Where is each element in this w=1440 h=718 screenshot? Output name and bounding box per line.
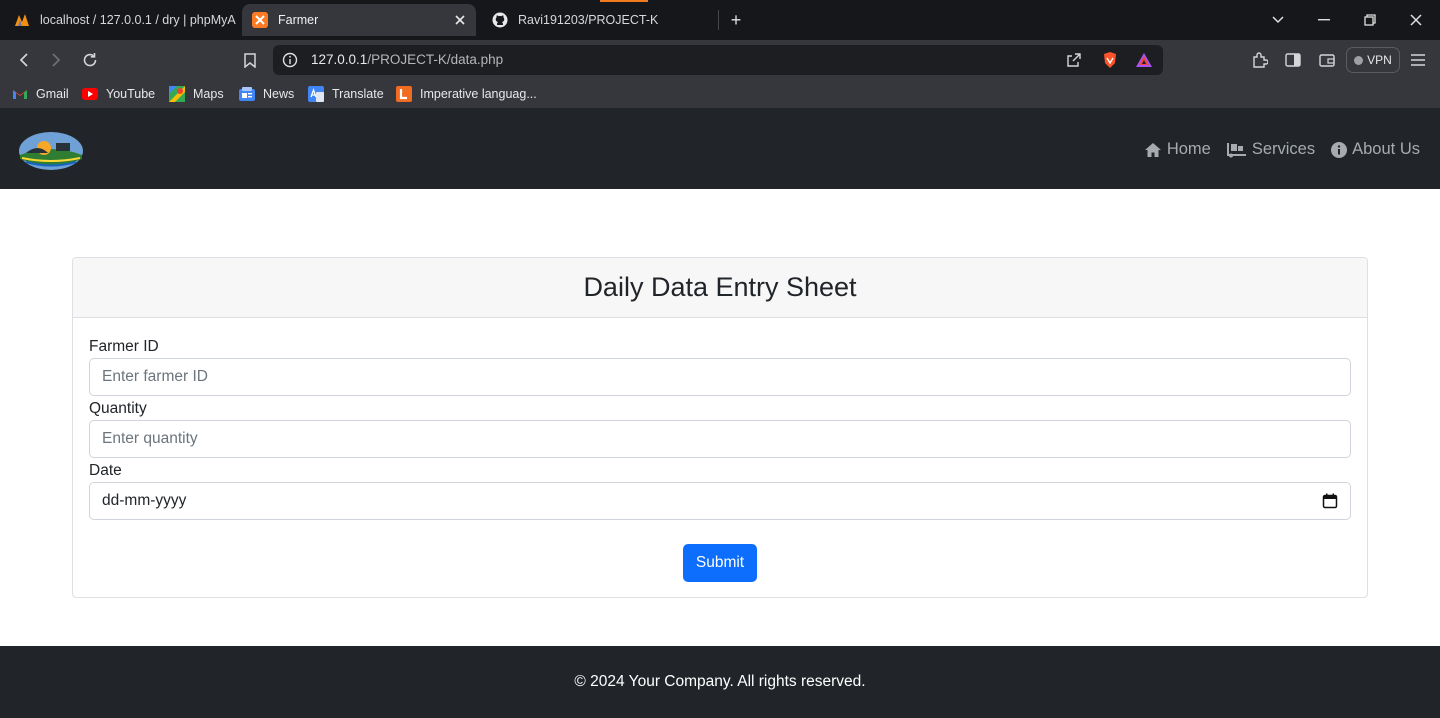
bookmark-label: Translate — [332, 87, 384, 101]
nav-links: Home Services About Us — [1144, 140, 1420, 159]
address-bar[interactable]: 127.0.0.1/PROJECT-K/data.php — [273, 45, 1163, 75]
tab-github[interactable]: Ravi191203/PROJECT-K — [482, 4, 714, 36]
farmer-id-input[interactable] — [89, 358, 1351, 396]
date-label: Date — [89, 462, 122, 479]
browser-tab-bar: localhost / 127.0.0.1 / dry | phpMyAdmin… — [0, 0, 1440, 40]
vpn-button[interactable]: VPN — [1346, 47, 1400, 73]
data-entry-form: Farmer ID Quantity Date dd-mm-yyyy Submi… — [73, 318, 1367, 582]
site-navbar: Home Services About Us — [0, 108, 1440, 189]
reload-icon[interactable] — [80, 50, 100, 70]
restore-window-icon[interactable] — [1360, 10, 1380, 30]
forward-arrow-icon[interactable] — [46, 50, 66, 70]
bookmark-maps[interactable]: Maps — [169, 85, 224, 103]
github-icon — [492, 12, 508, 28]
site-logo[interactable] — [18, 131, 84, 171]
wallet-icon[interactable] — [1317, 50, 1337, 70]
share-icon[interactable] — [1066, 52, 1082, 68]
footer-copyright: © 2024 Your Company. All rights reserved… — [574, 673, 866, 690]
extensions-icon[interactable] — [1250, 50, 1270, 70]
bookmark-translate[interactable]: Translate — [308, 85, 384, 103]
maps-icon — [169, 86, 185, 102]
info-circle-icon — [1331, 141, 1348, 158]
gmail-icon — [12, 86, 28, 102]
close-window-icon[interactable] — [1406, 10, 1426, 30]
news-icon — [239, 86, 255, 102]
farmer-id-label: Farmer ID — [89, 338, 159, 355]
bookmark-label: Gmail — [36, 87, 69, 101]
bookmark-l-icon — [396, 86, 412, 102]
url-text: 127.0.0.1/PROJECT-K/data.php — [311, 52, 503, 67]
site-info-icon[interactable] — [282, 52, 298, 68]
nav-link-label: Home — [1166, 140, 1211, 158]
vpn-status-icon — [1354, 55, 1364, 65]
date-placeholder: dd-mm-yyyy — [102, 492, 187, 509]
youtube-icon — [82, 86, 98, 102]
bookmark-label: Maps — [193, 87, 224, 101]
bookmark-news[interactable]: News — [239, 85, 294, 103]
quantity-input[interactable] — [89, 420, 1351, 458]
tab-search-chevron-icon[interactable] — [1268, 10, 1288, 30]
bookmark-label: News — [263, 87, 295, 101]
menu-icon[interactable] — [1408, 50, 1428, 70]
bookmark-label: YouTube — [106, 87, 156, 101]
page-title: Daily Data Entry Sheet — [583, 272, 857, 302]
new-tab-button[interactable]: + — [726, 10, 746, 30]
tab-farmer[interactable]: Farmer — [242, 4, 476, 36]
date-input[interactable]: dd-mm-yyyy — [89, 482, 1351, 520]
tab-title: Ravi191203/PROJECT-K — [518, 13, 659, 27]
vpn-label: VPN — [1367, 53, 1392, 67]
site-footer: © 2024 Your Company. All rights reserved… — [0, 646, 1440, 718]
url-path: /PROJECT-K/data.php — [367, 52, 504, 67]
bookmark-page-icon[interactable] — [240, 50, 260, 70]
data-entry-card: Daily Data Entry Sheet Farmer ID Quantit… — [72, 257, 1368, 598]
tab-title: localhost / 127.0.0.1 / dry | phpMyAdmin — [40, 13, 236, 27]
submit-button[interactable]: Submit — [682, 544, 758, 582]
brave-rewards-icon[interactable] — [1135, 51, 1153, 69]
minimize-window-icon[interactable] — [1314, 10, 1334, 30]
nav-about-link[interactable]: About Us — [1331, 140, 1420, 159]
tab-title: Farmer — [278, 13, 319, 27]
card-header: Daily Data Entry Sheet — [73, 258, 1367, 318]
truck-loading-icon — [1226, 142, 1246, 157]
nav-home-link[interactable]: Home — [1144, 140, 1211, 159]
nav-link-label: About Us — [1352, 140, 1420, 158]
xampp-icon — [252, 12, 268, 28]
submit-wrapper: Submit — [89, 544, 1351, 582]
nav-services-link[interactable]: Services — [1226, 140, 1316, 159]
tab-phpmyadmin[interactable]: localhost / 127.0.0.1 / dry | phpMyAdmin — [4, 4, 236, 36]
tab-separator — [718, 10, 719, 30]
phpmyadmin-icon — [14, 12, 30, 28]
close-tab-icon[interactable] — [452, 12, 468, 28]
bookmark-label: Imperative languag... — [420, 87, 537, 101]
brave-shields-icon[interactable] — [1101, 51, 1119, 69]
quantity-label: Quantity — [89, 400, 147, 417]
calendar-icon[interactable] — [1322, 493, 1338, 509]
url-host: 127.0.0.1 — [311, 52, 368, 67]
sidebar-icon[interactable] — [1283, 50, 1303, 70]
back-arrow-icon[interactable] — [14, 50, 34, 70]
home-icon — [1144, 142, 1161, 157]
nav-link-label: Services — [1251, 140, 1316, 158]
bookmarks-bar: Gmail YouTube Maps News Translate Impera… — [0, 80, 1440, 108]
tab-loading-accent — [600, 0, 648, 2]
translate-icon — [308, 86, 324, 102]
bookmark-gmail[interactable]: Gmail — [12, 85, 69, 103]
bookmark-imperative-language[interactable]: Imperative languag... — [396, 85, 537, 103]
bookmark-youtube[interactable]: YouTube — [82, 85, 155, 103]
